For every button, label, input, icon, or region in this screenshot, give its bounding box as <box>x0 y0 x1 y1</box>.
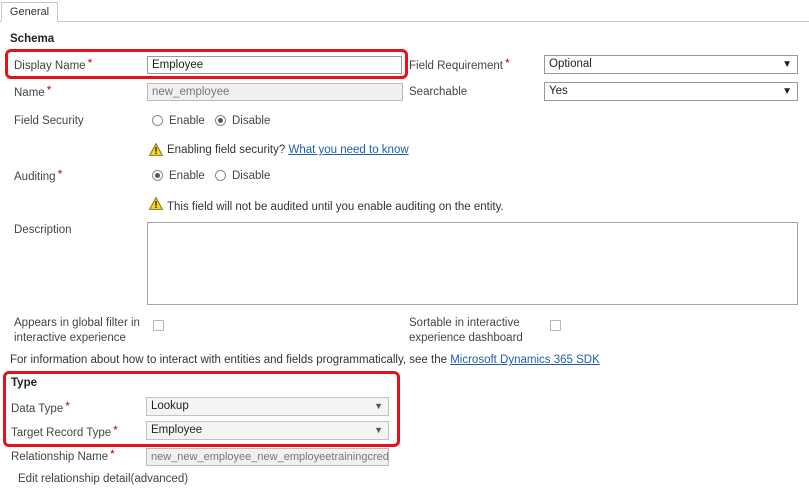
target-record-type-value: Employee <box>151 424 203 436</box>
field-security-enable-option[interactable]: Enable <box>152 115 205 127</box>
auditing-enable-option[interactable]: Enable <box>152 170 205 182</box>
tab-general[interactable]: General <box>1 2 58 22</box>
description-label: Description <box>14 224 72 236</box>
auditing-disable-radio[interactable] <box>215 170 226 181</box>
edit-relationship-detail[interactable]: Edit relationship detail(advanced) <box>18 473 188 485</box>
sdk-link[interactable]: Microsoft Dynamics 365 SDK <box>450 354 600 366</box>
global-filter-label-line1: Appears in global filter in <box>14 317 140 329</box>
sortable-label-line1: Sortable in interactive <box>409 317 520 329</box>
data-type-select[interactable]: Lookup ▼ <box>146 397 389 416</box>
warning-icon <box>149 197 163 210</box>
name-label: Name * <box>14 83 52 99</box>
auditing-disable-option[interactable]: Disable <box>215 170 270 182</box>
field-security-label: Field Security <box>14 115 84 127</box>
relationship-name-label: Relationship Name * <box>11 447 115 463</box>
searchable-value: Yes <box>549 85 568 97</box>
sdk-info-text: For information about how to interact wi… <box>10 354 447 366</box>
relationship-name-field[interactable]: new_new_employee_new_employeetrainingcre… <box>146 448 389 466</box>
required-marker: * <box>113 423 118 437</box>
auditing-enable-radio[interactable] <box>152 170 163 181</box>
tab-divider <box>0 21 809 22</box>
name-field[interactable]: new_employee <box>147 83 403 101</box>
auditing-enable-label: Enable <box>169 170 205 182</box>
auditing-disable-label: Disable <box>232 170 271 182</box>
searchable-select[interactable]: Yes ▼ <box>544 82 798 101</box>
relationship-name-label-text: Relationship Name <box>11 451 109 463</box>
searchable-label: Searchable <box>409 86 468 98</box>
required-marker: * <box>57 167 63 181</box>
chevron-down-icon: ▼ <box>374 425 383 435</box>
required-marker: * <box>46 83 52 97</box>
required-marker: * <box>65 399 70 413</box>
chevron-down-icon: ▼ <box>782 86 792 97</box>
name-label-text: Name <box>14 87 45 99</box>
sortable-label: Sortable in interactive experience dashb… <box>409 316 523 346</box>
field-security-enable-radio[interactable] <box>152 115 163 126</box>
what-you-need-to-know-link[interactable]: What you need to know <box>288 144 408 156</box>
field-requirement-value: Optional <box>549 58 592 70</box>
global-filter-label: Appears in global filter in interactive … <box>14 316 140 346</box>
auditing-warning-text: This field will not be audited until you… <box>167 201 504 213</box>
field-requirement-label: Field Requirement * <box>409 56 510 72</box>
section-heading-type: Type <box>11 377 37 389</box>
section-heading-schema: Schema <box>10 33 55 45</box>
required-marker: * <box>110 447 115 461</box>
target-record-type-select[interactable]: Employee ▼ <box>146 421 389 440</box>
warning-icon <box>149 143 163 156</box>
field-security-enable-label: Enable <box>169 115 205 127</box>
target-record-type-label: Target Record Type * <box>11 423 118 439</box>
global-filter-label-line2: interactive experience <box>14 332 126 344</box>
field-security-warning: Enabling field security? What you need t… <box>167 144 409 156</box>
field-requirement-select[interactable]: Optional ▼ <box>544 55 798 74</box>
field-security-disable-option[interactable]: Disable <box>215 115 270 127</box>
data-type-value: Lookup <box>151 400 189 412</box>
required-marker: * <box>504 56 510 70</box>
field-security-disable-label: Disable <box>232 115 271 127</box>
field-requirement-label-text: Field Requirement <box>409 60 503 72</box>
global-filter-checkbox[interactable] <box>153 320 164 331</box>
auditing-label: Auditing * <box>14 167 63 183</box>
sdk-info: For information about how to interact wi… <box>10 354 600 366</box>
chevron-down-icon: ▼ <box>782 59 792 70</box>
chevron-down-icon: ▼ <box>374 401 383 411</box>
auditing-label-text: Auditing <box>14 171 56 183</box>
data-type-label: Data Type * <box>11 399 70 415</box>
data-type-label-text: Data Type <box>11 403 64 415</box>
sortable-checkbox[interactable] <box>550 320 561 331</box>
field-security-warning-text: Enabling field security? <box>167 144 286 156</box>
target-record-type-label-text: Target Record Type <box>11 427 112 439</box>
display-name-highlight <box>5 49 408 79</box>
field-security-disable-radio[interactable] <box>215 115 226 126</box>
description-textarea[interactable] <box>147 222 798 305</box>
sortable-label-line2: experience dashboard <box>409 332 523 344</box>
